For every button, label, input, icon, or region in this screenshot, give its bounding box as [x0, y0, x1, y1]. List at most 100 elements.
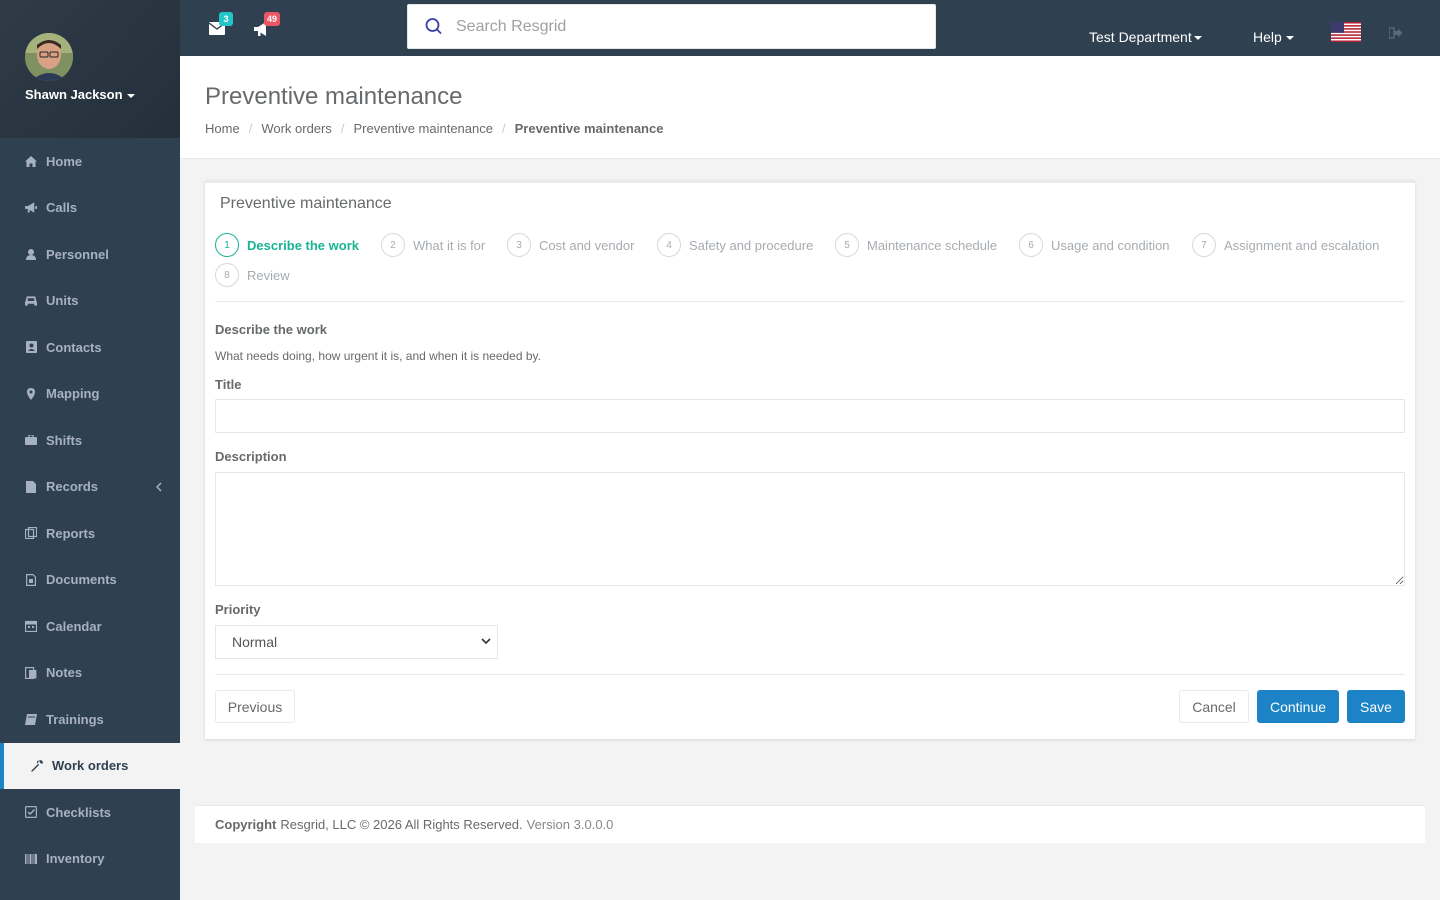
sidebar-nav: Home Calls Personnel Units Contacts Mapp…	[0, 138, 180, 882]
sidebar-item-checklists[interactable]: Checklists	[0, 789, 180, 836]
priority-label: Priority	[215, 602, 261, 617]
sidebar-item-label: Checklists	[46, 804, 112, 820]
step-describe-the-work[interactable]: 1 Describe the work	[215, 233, 359, 257]
search-box	[407, 4, 936, 49]
sidebar-item-label: Trainings	[46, 711, 104, 727]
sidebar-item-calls[interactable]: Calls	[0, 185, 180, 232]
divider	[215, 674, 1405, 675]
sidebar-item-personnel[interactable]: Personnel	[0, 231, 180, 278]
book-icon	[25, 713, 37, 725]
sidebar-item-work-orders[interactable]: Work orders	[0, 742, 180, 789]
description-label: Description	[215, 449, 287, 464]
step-safety-and-procedure[interactable]: 4 Safety and procedure	[657, 233, 813, 257]
messages-button[interactable]: 3	[209, 12, 233, 36]
calls-button[interactable]: 49	[254, 12, 281, 36]
sidebar-item-units[interactable]: Units	[0, 278, 180, 325]
file-doc-icon	[25, 573, 37, 586]
step-what-it-is-for[interactable]: 2 What it is for	[381, 233, 485, 257]
sidebar-item-label: Calls	[46, 200, 78, 216]
chevron-left-icon	[155, 479, 162, 494]
priority-select[interactable]: Normal	[215, 625, 498, 659]
step-label: Usage and condition	[1051, 237, 1170, 253]
divider	[215, 301, 1405, 302]
sidebar-item-inventory[interactable]: Inventory	[0, 836, 180, 883]
step-label: Cost and vendor	[539, 237, 635, 253]
step-number: 6	[1019, 233, 1043, 257]
user-icon	[25, 248, 37, 260]
sidebar-item-calendar[interactable]: Calendar	[0, 603, 180, 650]
sidebar-item-home[interactable]: Home	[0, 138, 180, 185]
step-assignment-and-escalation[interactable]: 7 Assignment and escalation	[1192, 233, 1379, 257]
step-review[interactable]: 8 Review	[215, 263, 290, 287]
breadcrumb-separator: /	[340, 121, 345, 136]
breadcrumb: Home / Work orders / Preventive maintena…	[205, 121, 663, 136]
title-label: Title	[215, 377, 242, 392]
sidebar-item-reports[interactable]: Reports	[0, 510, 180, 557]
calls-count-badge: 49	[264, 12, 281, 26]
check-square-icon	[25, 806, 37, 819]
page-heading: Preventive maintenance Home / Work order…	[180, 56, 1440, 159]
version-text: Version 3.0.0.0	[526, 817, 614, 832]
chevron-down-icon	[1193, 36, 1202, 41]
step-maintenance-schedule[interactable]: 5 Maintenance schedule	[835, 233, 997, 257]
notes-icon	[25, 666, 37, 679]
search-input[interactable]	[456, 17, 916, 36]
sidebar-item-trainings[interactable]: Trainings	[0, 696, 180, 743]
step-cost-and-vendor[interactable]: 3 Cost and vendor	[507, 233, 634, 257]
save-button[interactable]: Save	[1347, 690, 1405, 723]
breadcrumb-separator: /	[248, 121, 253, 136]
profile-name[interactable]: Shawn Jackson	[25, 87, 135, 102]
sidebar-item-label: Inventory	[46, 851, 105, 867]
step-label: What it is for	[413, 237, 486, 253]
breadcrumb-preventive-maintenance[interactable]: Preventive maintenance	[354, 121, 493, 136]
avatar[interactable]	[25, 33, 73, 81]
cancel-button[interactable]: Cancel	[1179, 690, 1249, 723]
breadcrumb-home[interactable]: Home	[205, 121, 240, 136]
chevron-down-icon	[1285, 36, 1294, 41]
file-icon	[25, 480, 37, 493]
sidebar-item-contacts[interactable]: Contacts	[0, 324, 180, 371]
step-number: 2	[381, 233, 405, 257]
department-dropdown[interactable]: Test Department	[1089, 29, 1202, 45]
help-dropdown[interactable]: Help	[1253, 29, 1294, 45]
sidebar-item-shifts[interactable]: Shifts	[0, 417, 180, 464]
us-flag-icon[interactable]	[1331, 22, 1361, 42]
copyright-text: Resgrid, LLC © 2026 All Rights Reserved.	[280, 817, 523, 832]
step-number: 5	[835, 233, 859, 257]
sidebar-item-notes[interactable]: Notes	[0, 650, 180, 697]
sidebar-item-label: Records	[46, 479, 99, 495]
department-label: Test Department	[1089, 29, 1192, 45]
step-usage-and-condition[interactable]: 6 Usage and condition	[1019, 233, 1170, 257]
priority-selected-value: Normal	[232, 634, 278, 650]
section-description: What needs doing, how urgent it is, and …	[215, 349, 541, 363]
map-marker-icon	[25, 387, 37, 400]
step-label: Safety and procedure	[689, 237, 814, 253]
breadcrumb-work-orders[interactable]: Work orders	[261, 121, 332, 136]
section-title: Describe the work	[215, 322, 327, 337]
search-icon	[425, 17, 442, 34]
previous-button[interactable]: Previous	[215, 690, 295, 723]
home-icon	[25, 155, 37, 167]
sidebar-item-documents[interactable]: Documents	[0, 557, 180, 604]
sidebar-item-label: Calendar	[46, 618, 102, 634]
sidebar-item-label: Home	[46, 153, 83, 169]
sidebar: Shawn Jackson Home Calls Personnel Units…	[0, 0, 180, 900]
messages-count-badge: 3	[219, 12, 233, 26]
sidebar-item-label: Personnel	[46, 246, 109, 262]
profile-header: Shawn Jackson	[0, 0, 180, 138]
address-book-icon	[25, 341, 37, 354]
title-input[interactable]	[215, 399, 1405, 433]
logout-icon[interactable]	[1388, 26, 1403, 39]
step-label: Assignment and escalation	[1224, 237, 1380, 253]
sidebar-item-records[interactable]: Records	[0, 464, 180, 511]
description-textarea[interactable]	[215, 472, 1405, 586]
calendar-icon	[25, 620, 37, 633]
sidebar-item-mapping[interactable]: Mapping	[0, 371, 180, 418]
wrench-icon	[31, 759, 43, 772]
continue-button[interactable]: Continue	[1257, 690, 1339, 723]
step-number: 8	[215, 263, 239, 287]
breadcrumb-current: Preventive maintenance	[514, 121, 664, 136]
copyright-label: Copyright	[215, 817, 277, 832]
sidebar-item-label: Reports	[46, 525, 96, 541]
profile-name-label: Shawn Jackson	[25, 87, 123, 102]
